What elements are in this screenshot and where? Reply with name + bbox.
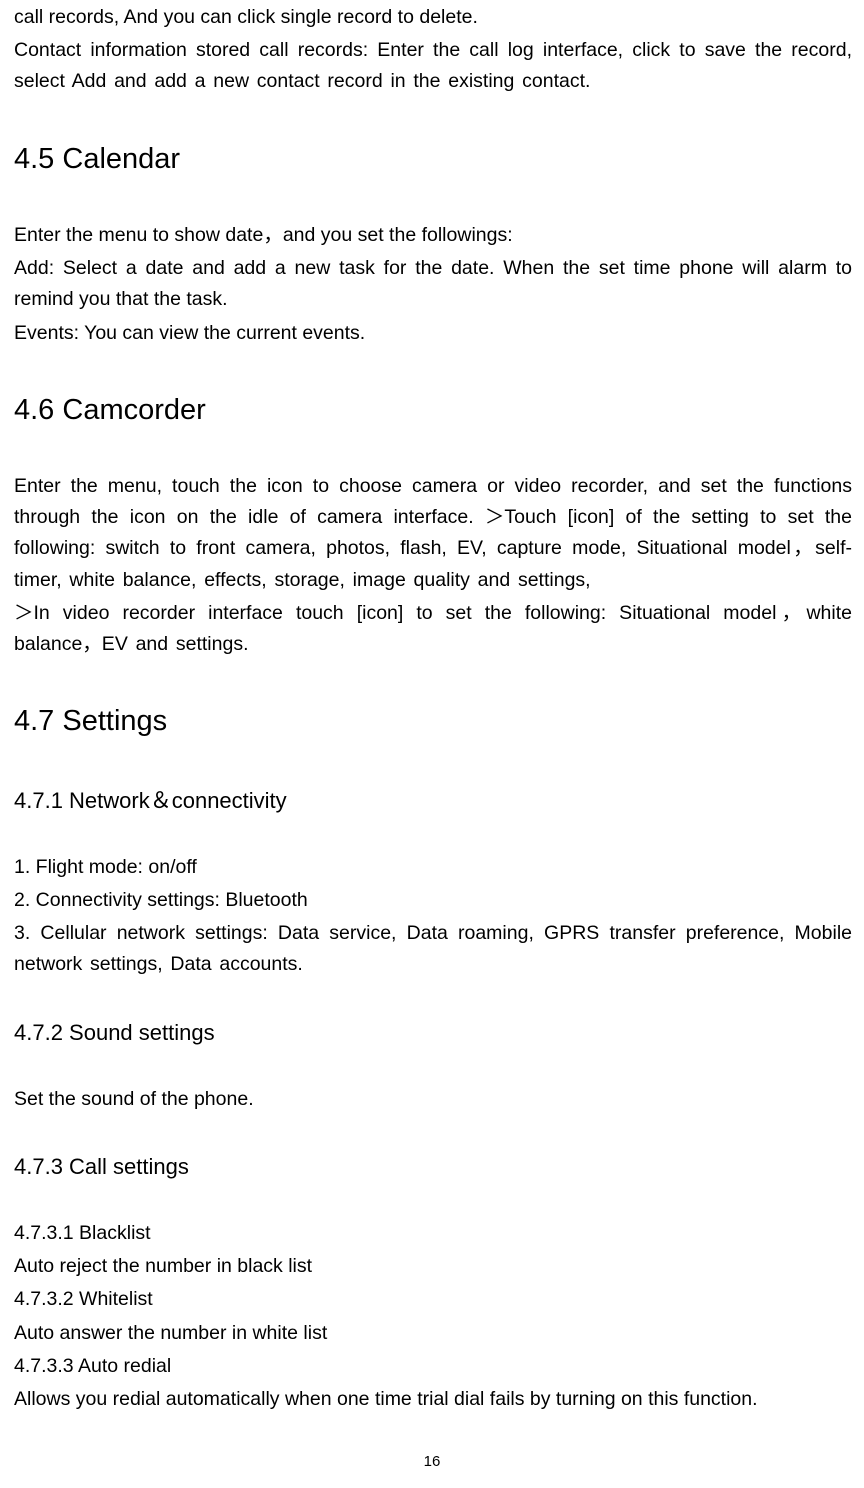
section-4-7-3-p1: 4.7.3.1 Blacklist	[14, 1218, 852, 1249]
section-4-5-p2: Add: Select a date and add a new task fo…	[14, 253, 852, 315]
page-number: 16	[0, 1453, 864, 1470]
intro-paragraph-2: Contact information stored call records:…	[14, 35, 852, 97]
heading-4-7: 4.7 Settings	[14, 698, 852, 744]
section-4-7-3-p4: Auto answer the number in white list	[14, 1318, 852, 1349]
section-4-5-p1: Enter the menu to show date，and you set …	[14, 220, 852, 251]
section-4-5-p3: Events: You can view the current events.	[14, 318, 852, 349]
section-4-7-1-p3: 3. Cellular network settings: Data servi…	[14, 918, 852, 980]
section-4-7-3-p6: Allows you redial automatically when one…	[14, 1384, 852, 1415]
section-4-7-1-p2: 2. Connectivity settings: Bluetooth	[14, 885, 852, 916]
section-4-7-3-p5: 4.7.3.3 Auto redial	[14, 1351, 852, 1382]
section-4-7-2-p1: Set the sound of the phone.	[14, 1084, 852, 1115]
section-4-7-3-p2: Auto reject the number in black list	[14, 1251, 852, 1282]
section-4-7-1-p1: 1. Flight mode: on/off	[14, 852, 852, 883]
heading-4-6: 4.6 Camcorder	[14, 387, 852, 433]
section-4-6-p2: ＞In video recorder interface touch [icon…	[14, 598, 852, 660]
document-page: call records, And you can click single r…	[14, 2, 852, 1415]
heading-4-5: 4.5 Calendar	[14, 136, 852, 182]
section-4-7-3-p3: 4.7.3.2 Whitelist	[14, 1284, 852, 1315]
section-4-6-p1: Enter the menu, touch the icon to choose…	[14, 471, 852, 596]
heading-4-7-3: 4.7.3 Call settings	[14, 1149, 852, 1184]
intro-paragraph-1: call records, And you can click single r…	[14, 2, 852, 33]
heading-4-7-2: 4.7.2 Sound settings	[14, 1015, 852, 1050]
heading-4-7-1: 4.7.1 Network＆connectivity	[14, 783, 852, 818]
